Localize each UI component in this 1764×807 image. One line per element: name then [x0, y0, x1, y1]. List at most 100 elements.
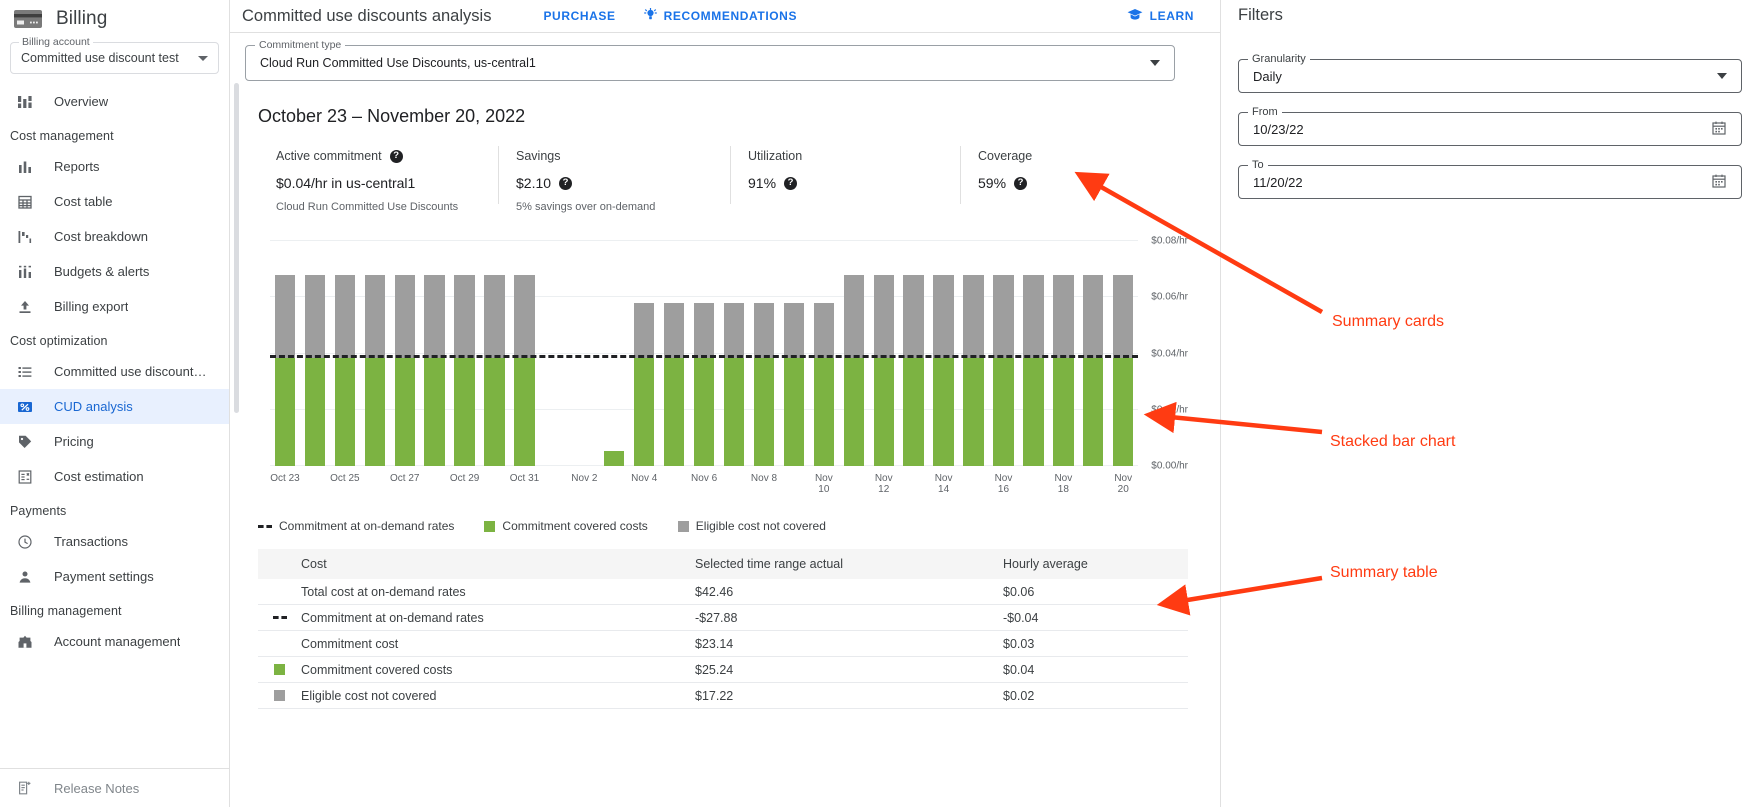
help-icon[interactable]: ?	[1014, 177, 1027, 190]
to-date-field[interactable]: To 11/20/22	[1238, 165, 1742, 199]
sidebar-item-cost-estimation[interactable]: Cost estimation	[0, 459, 229, 494]
chart-bar-slot[interactable]	[1018, 241, 1048, 466]
chart-bar[interactable]	[365, 241, 385, 466]
chart-bar-slot[interactable]	[1078, 241, 1108, 466]
table-row[interactable]: Commitment at on-demand rates-$27.88-$0.…	[258, 605, 1188, 631]
help-icon[interactable]: ?	[784, 177, 797, 190]
chart-bar-slot[interactable]	[270, 241, 300, 466]
main-scrollbar-track[interactable]	[232, 39, 237, 807]
chart-bar-slot[interactable]	[719, 241, 749, 466]
chart-bar-slot[interactable]	[360, 241, 390, 466]
from-date-field[interactable]: From 10/23/22	[1238, 112, 1742, 146]
chart-bar-slot[interactable]	[1108, 241, 1138, 466]
chart-bar[interactable]	[933, 241, 953, 466]
chart-bar[interactable]	[903, 241, 923, 466]
legend-item-threshold[interactable]: Commitment at on-demand rates	[258, 519, 454, 533]
sidebar-item-payment-settings[interactable]: Payment settings	[0, 559, 229, 594]
table-row[interactable]: Eligible cost not covered$17.22$0.02	[258, 683, 1188, 709]
sidebar-item-release-notes[interactable]: Release Notes	[0, 769, 230, 807]
chart-bar-slot[interactable]	[569, 241, 599, 466]
chart-bar[interactable]	[874, 241, 894, 466]
chart-bar-slot[interactable]	[330, 241, 360, 466]
sidebar-item-committed-use-discounts[interactable]: Committed use discounts…	[0, 354, 229, 389]
learn-button[interactable]: LEARN	[1113, 8, 1208, 24]
chevron-down-icon[interactable]	[1717, 73, 1727, 79]
recommendations-button[interactable]: RECOMMENDATIONS	[630, 8, 811, 25]
chart-bar-slot[interactable]	[749, 241, 779, 466]
chart-bar[interactable]	[454, 241, 474, 466]
sidebar-item-cud-analysis[interactable]: CUD analysis	[0, 389, 229, 424]
sidebar-item-budgets-alerts[interactable]: Budgets & alerts	[0, 254, 229, 289]
chart-bar[interactable]	[724, 241, 744, 466]
chart-bar-slot[interactable]	[599, 241, 629, 466]
chart-bar-slot[interactable]	[480, 241, 510, 466]
chart-bar[interactable]	[335, 241, 355, 466]
sidebar-item-reports[interactable]: Reports	[0, 149, 229, 184]
chart-bar[interactable]	[514, 241, 534, 466]
chart-bar-slot[interactable]	[539, 241, 569, 466]
chart-bar[interactable]	[634, 241, 654, 466]
chart-bar-slot[interactable]	[689, 241, 719, 466]
chart-bar[interactable]	[305, 241, 325, 466]
sidebar-item-overview[interactable]: Overview	[0, 84, 229, 119]
chart-bar-slot[interactable]	[959, 241, 989, 466]
chart-bar[interactable]	[574, 241, 594, 466]
legend-item-not-covered[interactable]: Eligible cost not covered	[678, 519, 826, 533]
chart-bar[interactable]	[754, 241, 774, 466]
sidebar-item-transactions[interactable]: Transactions	[0, 524, 229, 559]
chart-bar[interactable]	[1113, 241, 1133, 466]
table-cell-cost: Commitment at on-demand rates	[301, 611, 695, 625]
chart-bar-slot[interactable]	[420, 241, 450, 466]
chart-bar[interactable]	[484, 241, 504, 466]
chevron-down-icon[interactable]	[1150, 60, 1160, 66]
chart-bar-slot[interactable]	[809, 241, 839, 466]
sidebar-item-billing-export[interactable]: Billing export	[0, 289, 229, 324]
chart-bar[interactable]	[604, 241, 624, 466]
chart-bar[interactable]	[395, 241, 415, 466]
chart-bar[interactable]	[1053, 241, 1073, 466]
chart-bar-slot[interactable]	[1048, 241, 1078, 466]
chart-bar[interactable]	[784, 241, 804, 466]
granularity-select[interactable]: Granularity Daily	[1238, 59, 1742, 93]
chart-bar-slot[interactable]	[300, 241, 330, 466]
chart-bar-slot[interactable]	[659, 241, 689, 466]
billing-account-selector[interactable]: Billing account Committed use discount t…	[10, 42, 219, 74]
calendar-icon[interactable]	[1711, 120, 1727, 139]
chevron-down-icon[interactable]	[198, 56, 208, 61]
chart-bar[interactable]	[993, 241, 1013, 466]
chart-bar[interactable]	[544, 241, 564, 466]
chart-bar-slot[interactable]	[779, 241, 809, 466]
help-icon[interactable]: ?	[390, 150, 403, 163]
purchase-button[interactable]: PURCHASE	[529, 9, 629, 23]
chart-bar-slot[interactable]	[390, 241, 420, 466]
chart-bar-slot[interactable]	[510, 241, 540, 466]
chart-bar[interactable]	[814, 241, 834, 466]
sidebar-item-cost-breakdown[interactable]: Cost breakdown	[0, 219, 229, 254]
main-scrollbar-thumb[interactable]	[234, 83, 239, 413]
chart-bar-slot[interactable]	[629, 241, 659, 466]
calendar-icon[interactable]	[1711, 173, 1727, 192]
help-icon[interactable]: ?	[559, 177, 572, 190]
chart-bar[interactable]	[844, 241, 864, 466]
table-row[interactable]: Total cost at on-demand rates$42.46$0.06	[258, 579, 1188, 605]
chart-bar[interactable]	[424, 241, 444, 466]
chart-bar[interactable]	[664, 241, 684, 466]
chart-bar-slot[interactable]	[869, 241, 899, 466]
chart-bar-slot[interactable]	[839, 241, 869, 466]
chart-bar[interactable]	[963, 241, 983, 466]
chart-bar[interactable]	[694, 241, 714, 466]
sidebar-item-pricing[interactable]: Pricing	[0, 424, 229, 459]
commitment-type-select[interactable]: Commitment type Cloud Run Committed Use …	[245, 45, 1175, 81]
chart-bar[interactable]	[1023, 241, 1043, 466]
chart-bar[interactable]	[275, 241, 295, 466]
chart-bar-slot[interactable]	[899, 241, 929, 466]
table-row[interactable]: Commitment cost$23.14$0.03	[258, 631, 1188, 657]
chart-bar-slot[interactable]	[929, 241, 959, 466]
sidebar-item-account-management[interactable]: Account management	[0, 624, 229, 659]
table-row[interactable]: Commitment covered costs$25.24$0.04	[258, 657, 1188, 683]
chart-bar[interactable]	[1083, 241, 1103, 466]
chart-bar-slot[interactable]	[989, 241, 1019, 466]
legend-item-covered[interactable]: Commitment covered costs	[484, 519, 647, 533]
chart-bar-slot[interactable]	[450, 241, 480, 466]
sidebar-item-cost-table[interactable]: Cost table	[0, 184, 229, 219]
